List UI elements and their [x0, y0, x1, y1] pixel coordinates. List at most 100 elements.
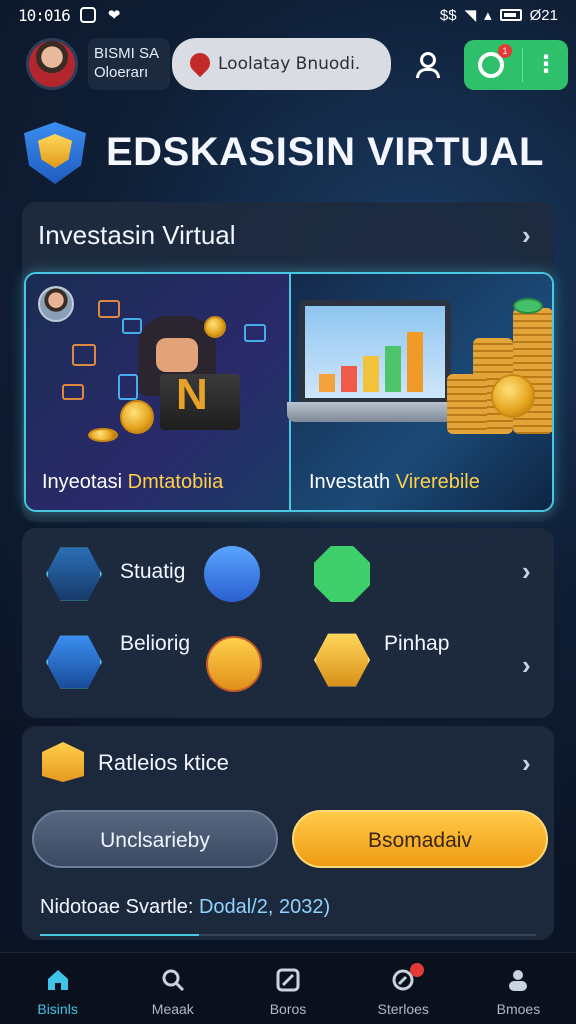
- cash-icon: [513, 298, 543, 314]
- holo-card-icon: [62, 384, 84, 400]
- heart-icon: ❤: [107, 7, 121, 24]
- primary-button[interactable]: Bsomadaiv: [292, 810, 548, 868]
- nav-badge: [409, 963, 424, 977]
- home-icon: [47, 970, 68, 990]
- battery-icon: [499, 9, 522, 21]
- nav-label-home: Bisinls: [37, 1001, 78, 1017]
- market-card: Ratleios ktice › Unclsarieby Bsomadaiv N…: [22, 726, 554, 940]
- user-name: BISMI SA: [94, 45, 160, 62]
- gear-chat-icon[interactable]: [314, 546, 370, 602]
- link-circle-icon[interactable]: [204, 546, 260, 602]
- package-icon: [42, 742, 84, 782]
- nav-item-compass[interactable]: Sterloes: [346, 953, 461, 1024]
- chevron-right-icon[interactable]: ›: [522, 748, 531, 779]
- feature-right-text: Investath: [309, 471, 391, 493]
- location-pin-icon: [185, 48, 215, 78]
- chevron-right-icon[interactable]: ›: [522, 650, 531, 681]
- market-card-title: Ratleios ktice: [98, 750, 229, 775]
- group-icon: [509, 970, 528, 991]
- n-logo-icon: N: [176, 370, 208, 419]
- shield-logo-icon: [24, 122, 86, 184]
- nav-label-chart: Boros: [269, 1001, 307, 1017]
- profile-button[interactable]: [410, 48, 446, 82]
- chart-icon: [276, 968, 300, 992]
- shortcut-label-1[interactable]: Stuatig: [120, 560, 185, 584]
- meta-line: Nidotoae Svartle: Dodal/2, 2032): [40, 896, 330, 919]
- holo-window-icon: [122, 318, 142, 334]
- signal-icon: ▴: [484, 7, 492, 24]
- user-avatar[interactable]: [26, 38, 78, 90]
- feature-left-highlight: Dmtatobiia: [127, 471, 224, 493]
- network-text: $$: [439, 6, 457, 24]
- status-right: $$ ◥ ▴ Ø21: [439, 6, 558, 25]
- coin-float-icon: [204, 316, 226, 338]
- shortcut-card: Stuatig › Beliorig Pinhap ›: [22, 528, 554, 718]
- feature-right-panel[interactable]: Investath Virerebile: [287, 274, 552, 510]
- page-title: EDSKASISIN VIRTUAL: [106, 130, 544, 174]
- more-menu-button[interactable]: ⋮: [534, 48, 558, 82]
- battery-text: Ø21: [529, 6, 558, 24]
- search-text: Loolatay Bnuodi.: [218, 54, 361, 74]
- shortcut-label-3[interactable]: Pinhap: [384, 632, 449, 656]
- person-icon-body: [416, 68, 440, 78]
- investasi-card[interactable]: Investasin Virtual › N Inyeotasi Dmtatob…: [22, 202, 554, 522]
- progress-track: [40, 934, 536, 936]
- nav-label-compass: Sterloes: [377, 1001, 429, 1017]
- feature-left-label: Inyeotasi Dmtatobiia: [42, 471, 223, 494]
- chart-bar: [341, 366, 357, 392]
- meta-value: Dodal/2, 2032): [198, 896, 331, 918]
- action-pill: 1 ⋮: [464, 40, 568, 90]
- shortcut-label-2[interactable]: Beliorig: [120, 632, 190, 656]
- coin-icon: [120, 400, 154, 434]
- secondary-button[interactable]: Unclsarieby: [32, 810, 278, 868]
- coin-stack-icon: [88, 428, 118, 442]
- cube-hex-icon[interactable]: [46, 547, 102, 601]
- mentor-avatar: [38, 286, 74, 322]
- coin-stack-icon: [447, 374, 487, 434]
- chart-bar: [363, 356, 379, 392]
- user-info[interactable]: BISMI SA Oloerarı: [88, 38, 170, 90]
- ninja-face: [156, 338, 198, 372]
- nav-item-group[interactable]: Bmoes: [461, 953, 576, 1024]
- bottom-nav: Bisinls Meaak Boros Sterloes Bmoes: [0, 952, 576, 1024]
- investasi-card-title: Investasin Virtual: [38, 220, 236, 250]
- feature-left-panel[interactable]: N Inyeotasi Dmtatobiia: [26, 274, 289, 510]
- top-header: BISMI SA Oloerarı Loolatay Bnuodi. 1 ⋮: [0, 34, 576, 96]
- chart-bar: [319, 374, 335, 392]
- chevron-right-icon[interactable]: ›: [522, 220, 531, 251]
- nav-label-group: Bmoes: [496, 1001, 541, 1017]
- search-bar[interactable]: Loolatay Bnuodi.: [172, 38, 391, 90]
- box-gold-icon[interactable]: [206, 636, 262, 692]
- status-time: 10:016: [18, 5, 71, 25]
- feature-left-text: Inyeotasi: [42, 471, 123, 493]
- person-icon: [420, 52, 436, 68]
- app-screen: 10:016 ❤ $$ ◥ ▴ Ø21 BISMI SA Oloerarı Lo…: [0, 0, 576, 1024]
- holo-panel-icon: [118, 374, 138, 400]
- chart-bar: [385, 346, 401, 392]
- status-bar: 10:016 ❤ $$ ◥ ▴ Ø21: [0, 0, 576, 30]
- feature-banner: N Inyeotasi Dmtatobiia Investath Virereb…: [24, 272, 554, 512]
- holo-box-icon: [72, 344, 96, 366]
- pill-divider: [522, 48, 523, 82]
- title-row: EDSKASISIN VIRTUAL: [22, 120, 562, 186]
- search-icon: [162, 969, 184, 992]
- chevron-right-icon[interactable]: ›: [522, 556, 531, 587]
- chart-bar: [407, 332, 423, 392]
- holo-chart-icon: [98, 300, 120, 318]
- wifi-icon: ◥: [464, 7, 477, 24]
- stack-gold-icon[interactable]: [314, 633, 370, 687]
- meta-label: Nidotoae Svartle:: [40, 896, 194, 918]
- progress-fill: [40, 934, 199, 936]
- feature-right-label: Investath Virerebile: [309, 471, 480, 494]
- nav-label-search: Meaak: [151, 1001, 194, 1017]
- dollar-coin-icon: [491, 374, 535, 418]
- nav-item-search[interactable]: Meaak: [115, 953, 230, 1024]
- holo-screen-icon: [244, 324, 266, 342]
- laptop-chart: [299, 300, 451, 404]
- laptop-keyboard: [287, 402, 465, 422]
- server-hex-icon[interactable]: [46, 635, 102, 689]
- notification-badge: 1: [498, 44, 512, 58]
- user-subtitle: Oloerarı: [94, 64, 149, 81]
- nav-item-chart[interactable]: Boros: [230, 953, 345, 1024]
- nav-item-home[interactable]: Bisinls: [0, 953, 115, 1024]
